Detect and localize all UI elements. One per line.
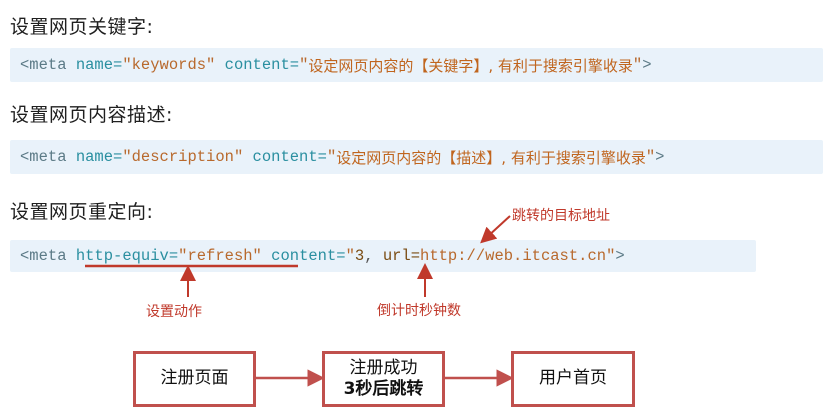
flow-step1-label: 注册页面	[160, 368, 229, 389]
flow-step2-line1: 注册成功	[349, 357, 418, 378]
arrow-target	[480, 215, 511, 244]
flow-box-register-page: 注册页面	[133, 351, 256, 407]
flow-box-register-success: 注册成功 3秒后跳转	[322, 351, 445, 407]
flow-box-user-home: 用户首页	[511, 351, 635, 407]
flow-step3-label: 用户首页	[539, 368, 607, 389]
flow-step2-line2: 3秒后跳转	[343, 379, 424, 399]
